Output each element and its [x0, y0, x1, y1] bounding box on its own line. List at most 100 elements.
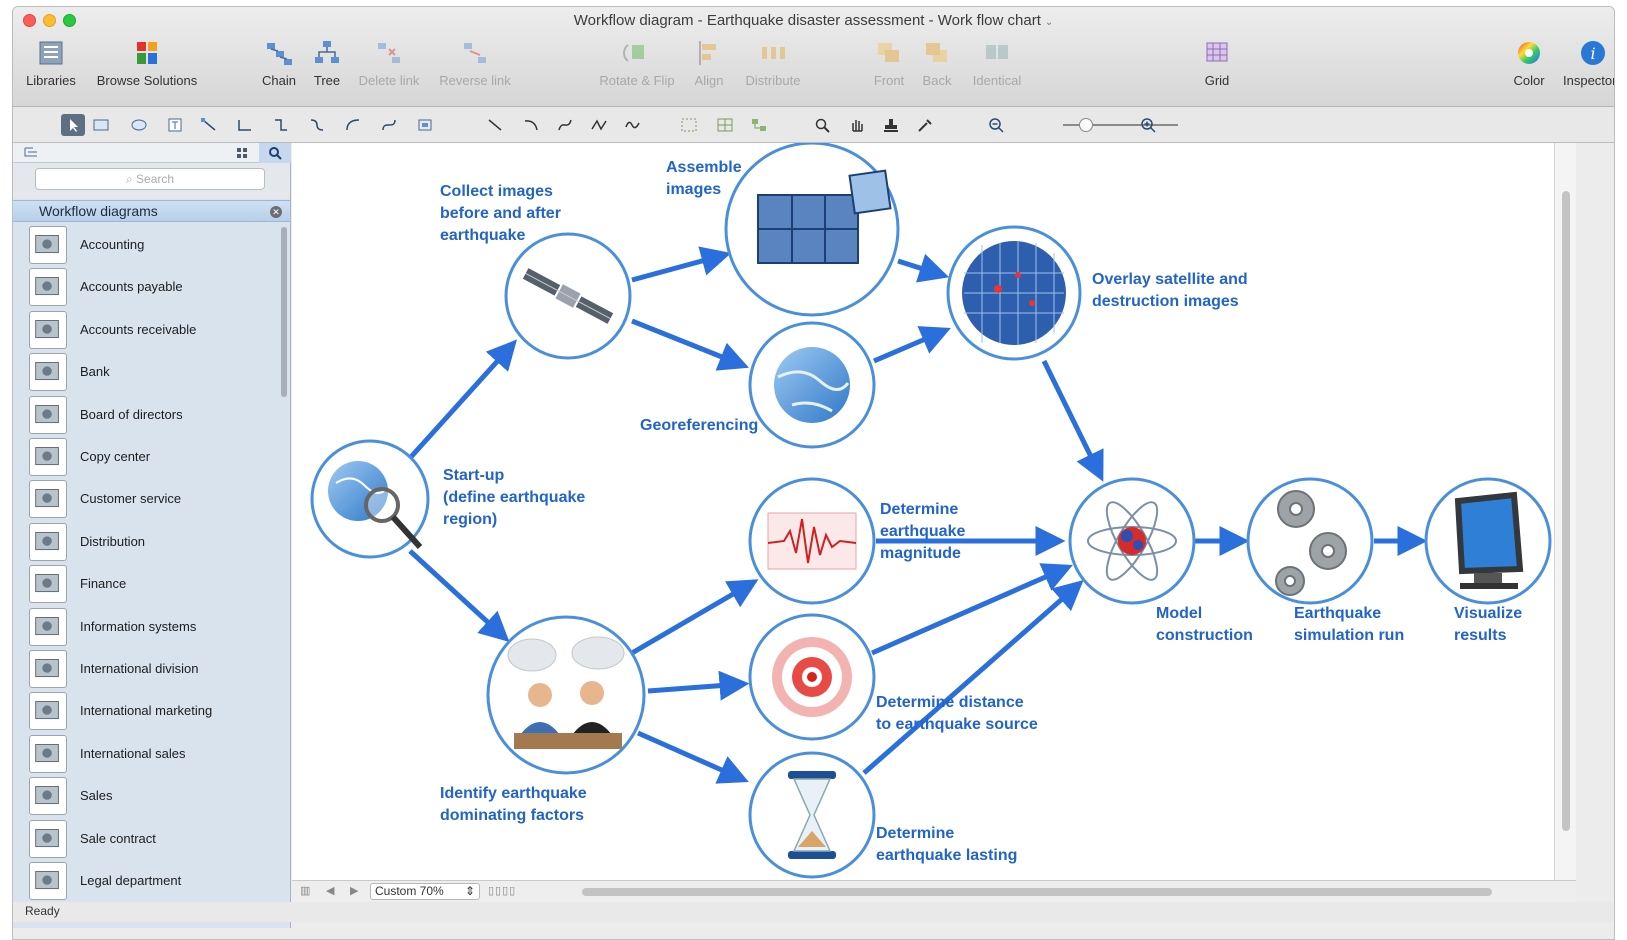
- library-item[interactable]: Accounting: [13, 223, 283, 265]
- zoom-level-value: Custom 70%: [375, 884, 444, 898]
- color-button[interactable]: Color: [1509, 39, 1549, 88]
- smart-shape-tool-1[interactable]: [677, 114, 701, 136]
- library-item-icon: [29, 819, 67, 858]
- front-button[interactable]: Front: [869, 39, 909, 88]
- library-item-icon: [29, 310, 67, 349]
- search-tab[interactable]: [259, 143, 291, 163]
- library-item-icon: [29, 607, 67, 646]
- library-scrollbar[interactable]: [281, 227, 287, 397]
- eyedropper-tool[interactable]: [913, 114, 937, 136]
- container-tool[interactable]: [413, 114, 437, 136]
- zoom-level-select[interactable]: Custom 70% ⇕: [370, 883, 480, 900]
- zoom-out-button[interactable]: [985, 114, 1009, 136]
- library-item[interactable]: International division: [13, 647, 283, 689]
- rectangle-tool[interactable]: [89, 114, 113, 136]
- label-magnitude: Determine earthquake magnitude: [880, 501, 966, 562]
- select-tool[interactable]: [61, 114, 85, 136]
- library-item-label: Accounts receivable: [80, 321, 197, 337]
- rotate-flip-button[interactable]: Rotate & Flip: [593, 39, 681, 88]
- zoom-tool[interactable]: [811, 114, 835, 136]
- library-tree-icon[interactable]: [23, 146, 41, 160]
- library-item[interactable]: Sale contract: [13, 817, 283, 859]
- next-page-arrow[interactable]: ▶: [350, 884, 358, 897]
- library-item[interactable]: International sales: [13, 732, 283, 774]
- arrow-identify-to-magnitude: [630, 579, 759, 656]
- library-section-header[interactable]: Workflow diagrams ✕: [13, 200, 290, 222]
- pan-tool[interactable]: [845, 114, 869, 136]
- bezier-tool[interactable]: [553, 114, 577, 136]
- polyline-tool[interactable]: [587, 114, 611, 136]
- arc-tool[interactable]: [519, 114, 543, 136]
- diagram-canvas[interactable]: Start-up (define earthquake region) Coll…: [292, 143, 1554, 880]
- library-item[interactable]: Information systems: [13, 605, 283, 647]
- previous-page-arrow[interactable]: ◀: [326, 884, 334, 897]
- label-model: Model construction: [1156, 605, 1253, 644]
- chain-button[interactable]: Chain: [257, 39, 301, 88]
- select-arrows-icon: ⇕: [464, 884, 475, 898]
- library-item[interactable]: Copy center: [13, 435, 283, 477]
- distribute-button[interactable]: Distribute: [737, 39, 809, 88]
- connector-tool-3[interactable]: [269, 114, 293, 136]
- freehand-icon: [625, 121, 640, 129]
- connector-tool-6[interactable]: [377, 114, 401, 136]
- connector-tool-5[interactable]: [341, 114, 365, 136]
- smart-shape-tool-3[interactable]: [747, 114, 771, 136]
- freehand-tool[interactable]: [621, 114, 645, 136]
- zoom-in-button[interactable]: [1137, 114, 1161, 136]
- library-item-label: Accounting: [80, 237, 145, 252]
- reverse-link-label: Reverse link: [439, 73, 511, 88]
- library-item[interactable]: Sales: [13, 774, 283, 816]
- grid-view-icon[interactable]: [235, 146, 249, 160]
- page-view-icons[interactable]: ▯▯▯▯: [488, 884, 516, 897]
- align-button[interactable]: Align: [689, 39, 729, 88]
- library-search-input[interactable]: ⌕ Search: [35, 168, 265, 190]
- page-icon[interactable]: ▥: [300, 884, 310, 897]
- connector-tool-2[interactable]: [233, 114, 257, 136]
- library-item[interactable]: Customer service: [13, 477, 283, 519]
- horizontal-scroll-thumb[interactable]: [582, 888, 1492, 896]
- arrow-identify-to-distance: [647, 670, 750, 701]
- delete-link-button[interactable]: Delete link: [353, 39, 425, 88]
- line-tool[interactable]: [483, 114, 507, 136]
- library-item[interactable]: Board of directors: [13, 393, 283, 435]
- library-item[interactable]: International marketing: [13, 689, 283, 731]
- ellipse-tool[interactable]: [127, 114, 151, 136]
- identical-button[interactable]: Identical: [965, 39, 1029, 88]
- stamp-tool[interactable]: [879, 114, 903, 136]
- reverse-link-button[interactable]: Reverse link: [433, 39, 517, 88]
- library-item[interactable]: Accounts receivable: [13, 308, 283, 350]
- arrow-startup-to-collect: [408, 339, 518, 460]
- library-item[interactable]: Bank: [13, 350, 283, 392]
- browse-solutions-button[interactable]: Browse Solutions: [87, 39, 207, 88]
- connector-tool-1[interactable]: [197, 114, 221, 136]
- vertical-scroll-thumb[interactable]: [1562, 191, 1570, 831]
- grid-button[interactable]: Grid: [1197, 39, 1237, 88]
- libraries-button[interactable]: Libraries: [21, 39, 81, 88]
- tree-button[interactable]: Tree: [309, 39, 345, 88]
- text-box-tool[interactable]: [163, 114, 187, 136]
- library-item[interactable]: Legal department: [13, 859, 283, 901]
- label-identify: Identify earthquake dominating factors: [440, 785, 587, 824]
- node-identify-circle[interactable]: [486, 615, 646, 775]
- library-item-label: International division: [80, 661, 199, 676]
- connector-tool-4[interactable]: [305, 114, 329, 136]
- library-item-icon: [29, 395, 67, 434]
- library-item[interactable]: Distribution: [13, 520, 283, 562]
- front-label: Front: [873, 73, 905, 88]
- label-georef: Georeferencing: [640, 417, 759, 434]
- library-item-icon: [29, 353, 67, 392]
- distribute-label: Distribute: [745, 73, 801, 88]
- library-item[interactable]: Accounts payable: [13, 265, 283, 307]
- inspectors-button[interactable]: i Inspectors: [1557, 39, 1614, 88]
- library-item-label: Legal department: [80, 873, 182, 888]
- distribute-icon: [762, 47, 785, 59]
- close-library-icon[interactable]: ✕: [270, 206, 282, 218]
- zoom-slider-knob[interactable]: [1079, 118, 1093, 132]
- chevron-down-icon[interactable]: ⌄: [1045, 17, 1053, 28]
- library-panel: ⌕ Search Workflow diagrams ✕ Accounting A…: [13, 143, 291, 928]
- vertical-scrollbar[interactable]: [1554, 143, 1576, 880]
- library-item[interactable]: Finance: [13, 562, 283, 604]
- back-button[interactable]: Back: [917, 39, 957, 88]
- smart-shape-grid-icon: [717, 118, 733, 132]
- smart-shape-tool-2[interactable]: [713, 114, 737, 136]
